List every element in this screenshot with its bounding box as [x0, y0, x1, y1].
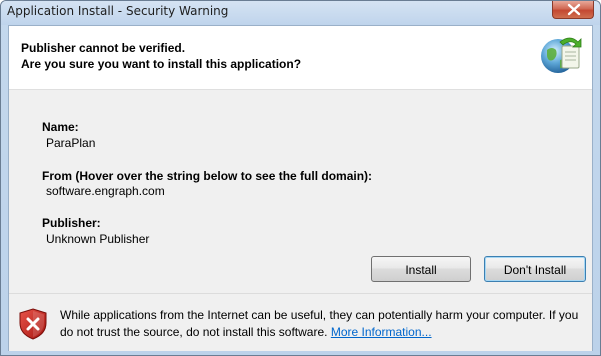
warning-panel: While applications from the Internet can…	[9, 293, 592, 351]
publisher-unverified-heading: Publisher cannot be verified.	[21, 41, 186, 55]
dialog-content: Publisher cannot be verified. Are you su…	[8, 25, 593, 351]
install-question-heading: Are you sure you want to install this ap…	[21, 57, 302, 71]
warning-message: While applications from the Internet can…	[60, 307, 580, 341]
name-value: ParaPlan	[46, 136, 96, 150]
shield-warning-icon	[19, 308, 47, 340]
globe-install-icon	[541, 37, 582, 73]
dont-install-button[interactable]: Don't Install	[484, 256, 586, 282]
title-bar[interactable]: Application Install - Security Warning	[1, 1, 600, 25]
window-title: Application Install - Security Warning	[7, 4, 229, 18]
more-information-link[interactable]: More Information...	[331, 325, 432, 339]
security-warning-dialog: Application Install - Security Warning P…	[0, 0, 601, 356]
close-button[interactable]	[552, 1, 594, 19]
publisher-value: Unknown Publisher	[46, 232, 150, 246]
warning-text: While applications from the Internet can…	[60, 308, 579, 339]
from-label: From (Hover over the string below to see…	[42, 169, 373, 183]
publisher-label: Publisher:	[42, 216, 101, 230]
install-button[interactable]: Install	[371, 256, 471, 282]
header-panel: Publisher cannot be verified. Are you su…	[9, 26, 592, 90]
from-value[interactable]: software.engraph.com	[46, 184, 165, 198]
close-icon	[567, 3, 581, 16]
name-label: Name:	[42, 120, 79, 134]
